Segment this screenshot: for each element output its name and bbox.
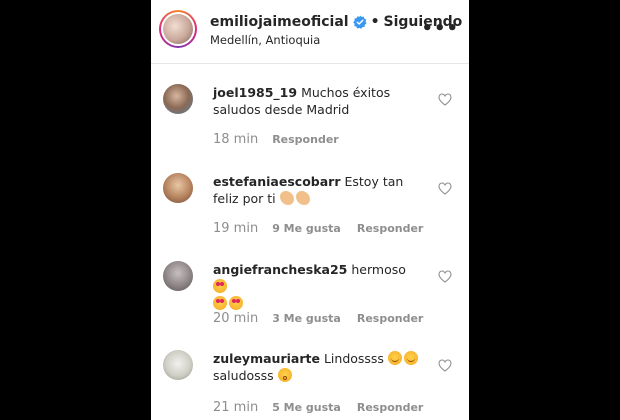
comment-time[interactable]: 18 min [213, 132, 258, 147]
heart-eyes-icon [229, 296, 243, 310]
commenter-avatar[interactable] [163, 350, 193, 380]
commenter-avatar[interactable] [163, 173, 193, 203]
like-heart-icon[interactable] [438, 270, 452, 283]
smiling-face-icon [403, 351, 418, 365]
comment-body: Lindossss [323, 351, 384, 366]
hushed-face-icon [277, 368, 292, 382]
reply-button[interactable]: Responder [272, 133, 339, 146]
like-heart-icon[interactable] [438, 182, 452, 195]
avatar-photo [163, 14, 193, 44]
flexed-biceps-icon [279, 191, 294, 205]
commenter-avatar[interactable] [163, 84, 193, 114]
verified-badge-icon [352, 15, 367, 29]
comment-username[interactable]: joel1985_19 [213, 85, 297, 100]
heart-eyes-icon [213, 296, 227, 310]
comment-username[interactable]: estefaniaescobarr [213, 174, 341, 189]
like-heart-icon[interactable] [438, 93, 452, 106]
flexed-biceps-icon [295, 191, 310, 205]
comment-body-line2: saludosss [213, 368, 274, 383]
post-location[interactable]: Medellín, Antioquia [210, 33, 320, 47]
comment-likes[interactable]: 3 Me gusta [272, 312, 341, 325]
comments-panel: emiliojaimeoficial • Siguiendo Medellín,… [151, 0, 469, 420]
comment-meta: 20 min 3 Me gusta Responder [213, 311, 423, 326]
comment-text: joel1985_19 Muchos éxitos saludos desde M… [213, 84, 425, 118]
comment-item: joel1985_19 Muchos éxitos saludos desde M… [151, 84, 469, 172]
more-dots-icon[interactable]: ••• [421, 18, 459, 39]
post-header: emiliojaimeoficial • Siguiendo Medellín,… [151, 0, 469, 64]
profile-avatar[interactable] [159, 10, 197, 48]
smiling-face-icon [387, 351, 402, 365]
comment-text: zuleymauriarte Lindossss saludosss [213, 350, 425, 384]
comment-text: angiefrancheska25 hermoso [213, 261, 425, 312]
reply-button[interactable]: Responder [357, 312, 424, 325]
comment-body: hermoso [351, 262, 406, 277]
like-heart-icon[interactable] [438, 359, 452, 372]
comment-time[interactable]: 19 min [213, 221, 258, 236]
comment-meta: 18 min Responder [213, 132, 339, 147]
comment-item: angiefrancheska25 hermoso 20 min 3 Me gus… [151, 261, 469, 349]
comment-time[interactable]: 20 min [213, 311, 258, 326]
comment-meta: 19 min 9 Me gusta Responder [213, 221, 423, 236]
comment-item: zuleymauriarte Lindossss saludosss 21 min… [151, 350, 469, 420]
comment-username[interactable]: angiefrancheska25 [213, 262, 347, 277]
comment-likes[interactable]: 9 Me gusta [272, 222, 341, 235]
reply-button[interactable]: Responder [357, 401, 424, 414]
commenter-avatar[interactable] [163, 261, 193, 291]
reply-button[interactable]: Responder [357, 222, 424, 235]
comment-likes[interactable]: 5 Me gusta [272, 401, 341, 414]
comment-username[interactable]: zuleymauriarte [213, 351, 320, 366]
comment-text: estefaniaescobarr Estoy tan feliz por ti [213, 173, 425, 207]
comment-item: estefaniaescobarr Estoy tan feliz por ti … [151, 173, 469, 261]
header-separator: • [370, 14, 380, 30]
header-username[interactable]: emiliojaimeoficial [210, 14, 349, 30]
comment-meta: 21 min 5 Me gusta Responder [213, 400, 423, 415]
heart-eyes-icon [213, 279, 227, 293]
comment-time[interactable]: 21 min [213, 400, 258, 415]
